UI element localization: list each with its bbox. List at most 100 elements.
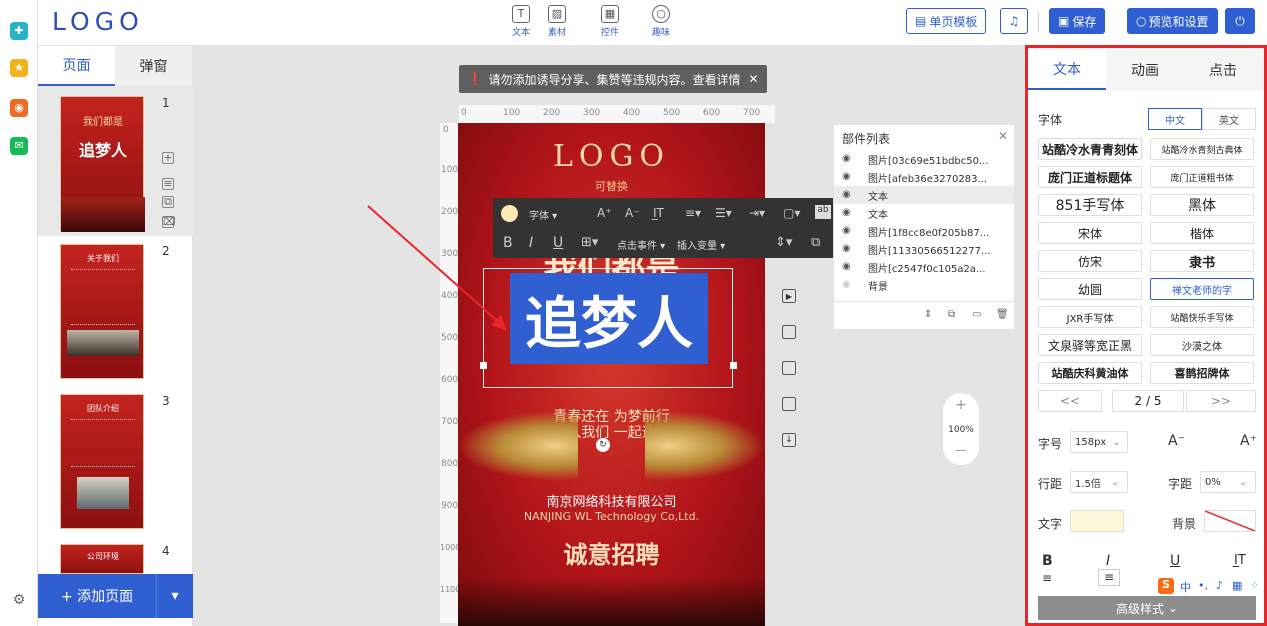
position-icon[interactable]: ⊞▾ [581,235,598,250]
poster-company-en[interactable]: NANJING WL Technology Co,Ltd. [458,510,765,523]
font-option[interactable]: 851手写体 [1038,194,1142,216]
add-icon[interactable]: + [162,152,174,164]
font-option[interactable]: 庞门正道粗书体 [1150,166,1254,188]
font-decrease-icon[interactable]: A⁻ [1168,433,1185,449]
eye-icon[interactable]: ◉ [842,243,851,254]
lang-en-button[interactable]: 英文 [1202,108,1256,130]
page-thumb-1[interactable]: 我们都是 追梦人 [60,96,145,232]
layers-icon[interactable] [782,325,796,339]
delete-icon[interactable]: 🗑 [996,309,1009,320]
resize-handle[interactable] [730,362,737,369]
poster-replace[interactable]: 可替换 [458,178,765,194]
underline-icon[interactable]: U [553,235,563,251]
font-option[interactable]: 庞门正道标题体 [1038,166,1142,188]
insert-var-select[interactable]: 插入变量 ▾ [677,237,725,252]
font-option-selected[interactable]: 禅文老师的字 [1150,278,1254,300]
font-option[interactable]: JXR手写体 [1038,306,1142,328]
weibo-icon[interactable]: ◉ [10,99,28,117]
eye-icon[interactable]: ◉ [842,279,851,290]
page-icon[interactable] [782,397,796,411]
size-select[interactable]: 158px ⌄ [1070,431,1128,453]
app-icon[interactable]: ✚ [10,22,28,40]
list-icon[interactable]: ☰▾ [715,206,732,220]
align-center-icon[interactable]: ≡ [1098,569,1120,586]
font-option[interactable]: 幼圆 [1038,278,1142,300]
tool-material[interactable]: ▨ 素材 [537,5,577,38]
font-option[interactable]: 站酷冷水青刻古典体 [1150,138,1254,160]
tab-text[interactable]: 文本 [1028,50,1106,90]
poster-logo[interactable]: LOGO [458,139,765,174]
zoom-out-button[interactable]: — [943,443,979,457]
close-icon[interactable]: ✕ [748,72,758,86]
advanced-style-button[interactable]: 高级样式 ⌄ [1038,596,1256,620]
template-icon[interactable]: ≡ [162,178,174,190]
rotate-handle[interactable]: ↻ [596,438,610,452]
eye-icon[interactable]: ◉ [842,225,851,236]
eye-icon[interactable]: ◉ [842,189,851,200]
line-height-select[interactable]: 1.5倍 ⌄ [1070,471,1128,493]
gear-icon[interactable]: ⚙ [10,591,28,609]
poster-company-cn[interactable]: 南京网络科技有限公司 [458,491,765,510]
text-bg-icon[interactable]: ab [815,205,831,219]
list-item[interactable]: ◉ 图片[11330566512277... [834,240,1014,258]
film-icon[interactable] [782,361,796,375]
tool-widget[interactable]: ▦ 控件 [590,5,630,38]
spacing-icon[interactable]: ⇕▾ [775,235,792,250]
layer-icon[interactable]: ▢▾ [783,206,800,220]
copy-icon[interactable]: ⧉ [162,196,174,208]
eye-icon[interactable]: ◉ [842,207,851,218]
font-option[interactable]: 隶书 [1150,250,1254,272]
text-clear-icon[interactable]: I̲T [653,206,664,220]
preview-settings-button[interactable]: ○ 预览和设置 [1127,8,1218,34]
eye-icon[interactable]: ◉ [842,261,851,272]
color-swatch[interactable] [501,205,518,222]
font-option[interactable]: 喜鹊招牌体 [1150,362,1254,384]
page-thumb-2[interactable]: 关于我们 [60,244,144,379]
tool-fun[interactable]: ○ 趣味 [641,5,681,38]
bold-icon[interactable]: B [503,235,513,251]
delete-icon[interactable]: ⌧ [162,216,176,228]
chevron-down-icon[interactable]: ▾ [156,574,193,618]
italic-icon[interactable]: I [529,235,533,251]
poster-recruit[interactable]: 诚意招聘 [458,535,765,570]
indent-icon[interactable]: ⇥▾ [749,206,765,220]
font-increase-icon[interactable]: A⁺ [1240,433,1257,449]
close-icon[interactable]: ✕ [998,129,1008,143]
bold-icon[interactable]: B [1042,553,1053,569]
font-option[interactable]: 宋体 [1038,222,1142,244]
align-left-icon[interactable]: ≡ [1042,571,1052,585]
resize-handle[interactable] [480,362,487,369]
font-option[interactable]: 黑体 [1150,194,1254,216]
copy-icon[interactable]: ⧉ [948,309,955,320]
font-option[interactable]: 楷体 [1150,222,1254,244]
power-button[interactable]: ⏻ [1225,8,1255,34]
sort-icon[interactable]: ⇕ [924,309,932,320]
ime-toolbar[interactable]: S 中 •, ♪ ▦ ⁘ [1158,578,1264,596]
single-template-button[interactable]: ▤ 单页模板 [906,8,987,34]
folder-icon[interactable]: ▭ [972,309,981,320]
font-option[interactable]: 站酷冷水青青刻体 [1038,138,1142,160]
align-icon[interactable]: ≡▾ [685,206,701,220]
bg-color-swatch[interactable] [1204,510,1256,532]
font-increase-icon[interactable]: A⁺ [597,206,612,220]
lang-cn-button[interactable]: 中文 [1148,108,1202,130]
star-icon[interactable]: ★ [10,59,28,77]
clear-format-icon[interactable]: I̲T [1234,553,1246,568]
tab-pages[interactable]: 页面 [38,46,115,86]
page-thumb-3[interactable]: 团队介绍 [60,394,144,529]
selection-box[interactable] [483,268,733,388]
list-item[interactable]: ◉ 图片[c2547f0c105a2a... [834,258,1014,276]
text-color-swatch[interactable] [1070,510,1124,532]
list-item[interactable]: ◉ 图片[afeb36e3270283... [834,168,1014,186]
font-option[interactable]: 仿宋 [1038,250,1142,272]
list-item[interactable]: ◉ 文本 [834,186,1014,204]
mail-icon[interactable]: ✉ [10,137,28,155]
list-item[interactable]: ◉ 文本 [834,204,1014,222]
save-button[interactable]: ▣ 保存 [1049,8,1106,34]
tab-popup[interactable]: 弹窗 [115,46,192,86]
next-page-button[interactable]: >> [1186,390,1256,412]
font-option[interactable]: 站酷快乐手写体 [1150,306,1254,328]
italic-icon[interactable]: I [1106,553,1110,569]
font-option[interactable]: 沙漠之体 [1150,334,1254,356]
list-item[interactable]: ◉ 图片[1f8cc8e0f205b87... [834,222,1014,240]
